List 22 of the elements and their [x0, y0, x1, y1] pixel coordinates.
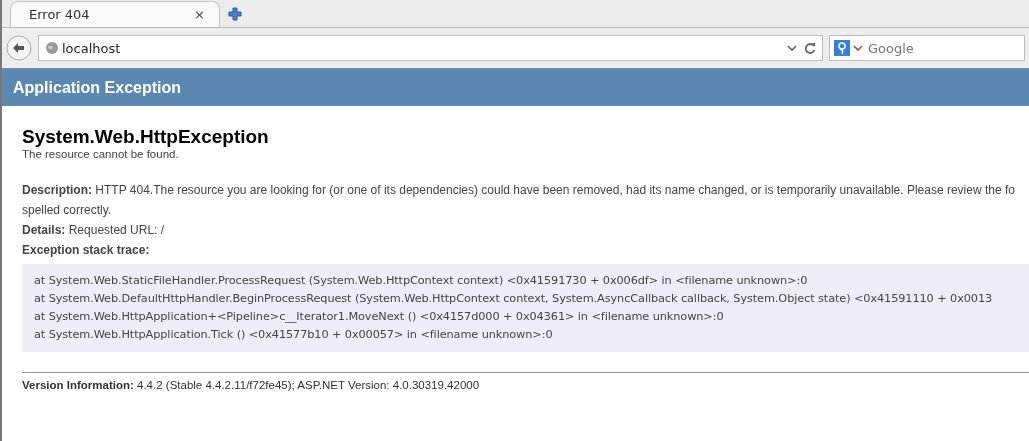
address-bar[interactable]: localhost	[38, 35, 823, 61]
reload-icon[interactable]	[804, 42, 816, 54]
stack-trace-line: at System.Web.StaticFileHandler.ProcessRequest (System.Web.HttpContext context) <0x41591730 + 0x006df> in <filename unknown>:0	[34, 273, 809, 289]
stack-trace-line: at System.Web.HttpApplication+<Pipeline>c__Iterator1.MoveNext () <0x4157d000 + 0x04361> in <filename unknown>:0	[34, 309, 725, 325]
search-field[interactable]: Google	[829, 35, 1025, 61]
close-icon[interactable]: ×	[194, 7, 205, 22]
dropdown-icon[interactable]	[787, 44, 797, 52]
details-text: Details: Requested URL: /	[22, 222, 166, 239]
search-engine-icon[interactable]	[834, 40, 850, 56]
description-text: spelled correctly.	[22, 202, 113, 219]
version-info: Version Information: 4.4.2 (Stable 4.4.2.11/f72fe45); ASP.NET Version: 4.0.30319.42000	[22, 379, 481, 391]
description-text: Description: HTTP 404.The resource you are looking for (or one of its dependencies) could have been removed, had its name changed, or is temporarily unavailable. Please review the fo	[22, 182, 1016, 199]
new-tab-icon[interactable]	[228, 7, 242, 21]
stack-trace-line: at System.Web.DefaultHttpHandler.BeginProcessRequest (System.Web.HttpContext context, System.AsyncCallback callback, System.Object state) <0x41591110 + 0x0013	[34, 291, 994, 307]
back-icon[interactable]	[6, 35, 32, 61]
stack-trace-heading: Exception stack trace:	[22, 242, 151, 259]
exception-message: The resource cannot be found.	[22, 148, 180, 160]
exception-title: System.Web.HttpException	[22, 126, 270, 148]
stack-trace-line: at System.Web.HttpApplication.Tick () <0x41577b10 + 0x00057> in <filename unknown>:0	[34, 327, 554, 343]
dropdown-icon[interactable]	[853, 44, 863, 52]
header-title: Application Exception	[13, 79, 181, 97]
browser-tab[interactable]: Error 404 ×	[10, 1, 220, 27]
